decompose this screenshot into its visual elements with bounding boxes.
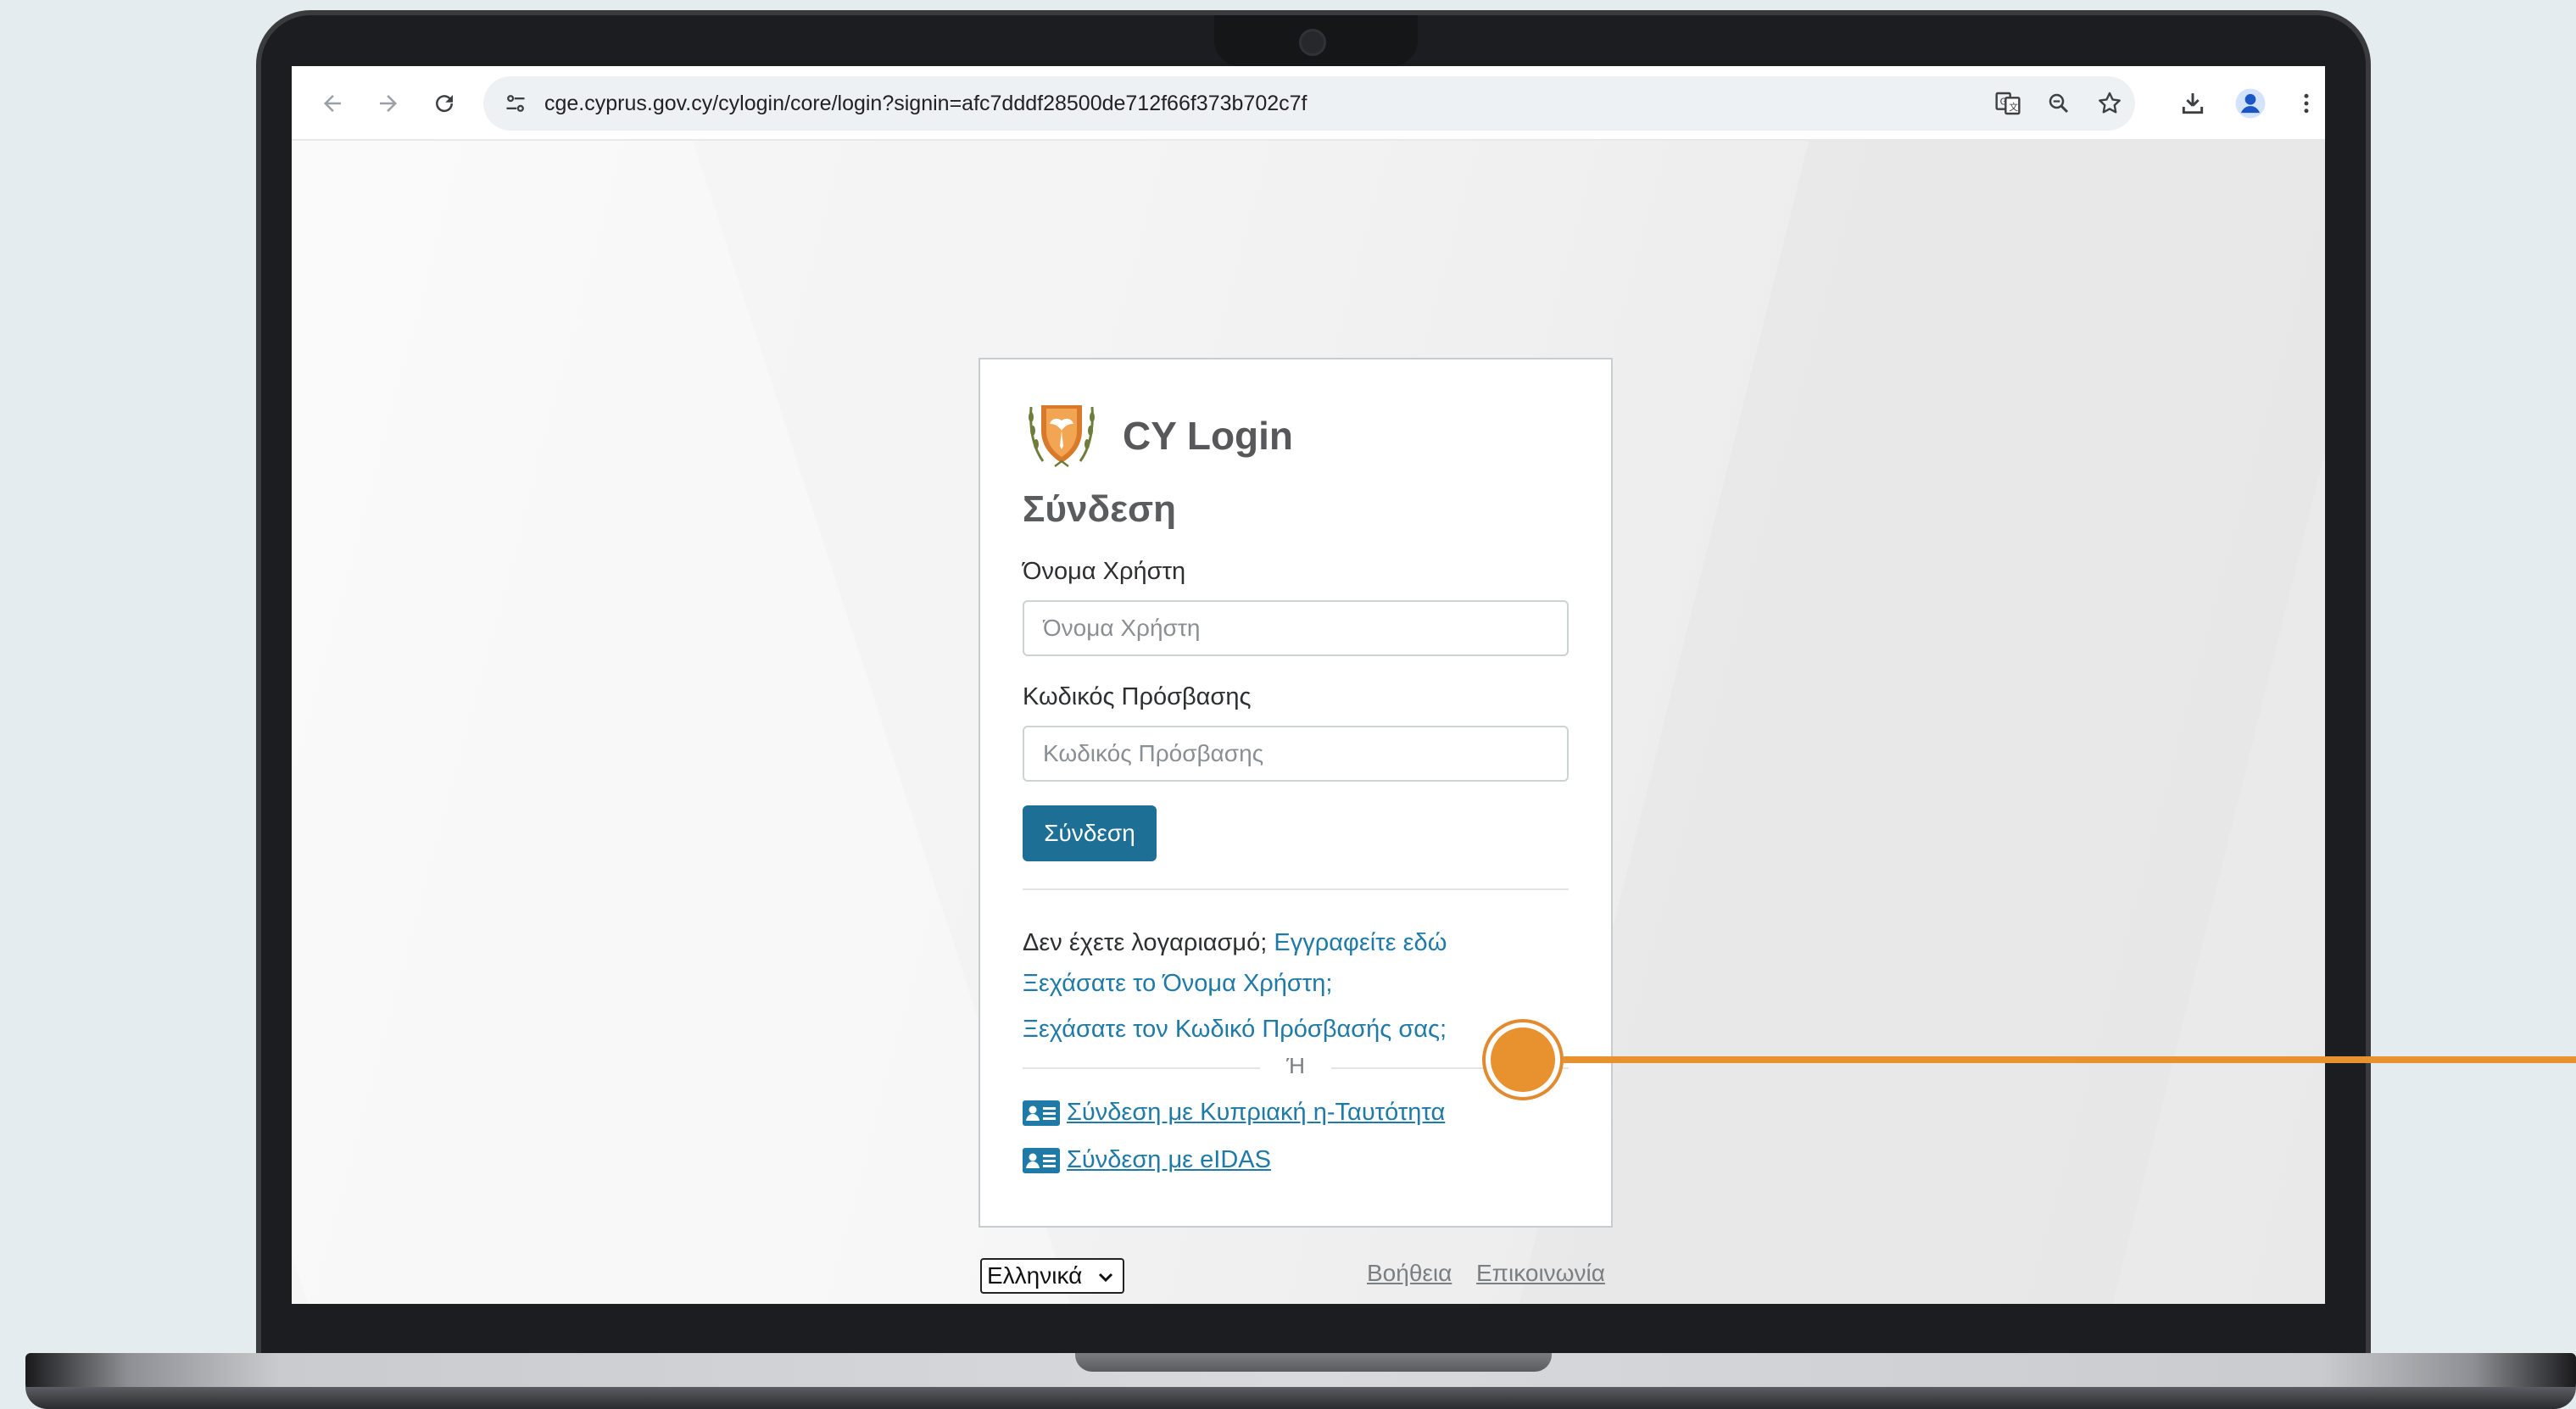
brand-name: CY Login [1123,414,1294,458]
register-link[interactable]: Εγγραφείτε εδώ [1274,929,1447,956]
forward-icon[interactable] [366,81,410,125]
username-label: Όνομα Χρήστη [1023,558,1186,585]
help-link[interactable]: Βοήθεια [1367,1260,1452,1287]
svg-text:G: G [2000,96,2007,107]
translate-icon[interactable]: G 文 [1988,83,2028,124]
or-text: Ή [1286,1053,1305,1078]
language-select[interactable]: Ελληνικά [980,1258,1124,1294]
forgot-username-link[interactable]: Ξεχάσατε το Όνομα Χρήστη; [1023,970,1332,997]
download-icon[interactable] [2171,81,2215,125]
id-card-icon [1023,1147,1060,1173]
svg-text:文: 文 [2009,102,2018,113]
eidas-login-label: Σύνδεση με eIDAS [1067,1146,1271,1173]
camera-icon [1299,29,1326,56]
back-icon[interactable] [310,81,354,125]
login-button[interactable]: Σύνδεση [1023,805,1157,861]
page-title: Σύνδεση [1023,488,1177,530]
logo-row: CY Login [1023,398,1293,473]
callout-marker [1491,1028,1555,1092]
username-input[interactable] [1023,600,1569,656]
chevron-down-icon [1098,1273,1113,1283]
callout-line [1564,1056,2576,1063]
profile-icon[interactable] [2228,81,2272,125]
laptop-hinge [1075,1353,1552,1372]
zoom-icon[interactable] [2038,83,2079,124]
id-card-icon [1023,1100,1060,1126]
eid-login-label: Σύνδεση με Κυπριακή η-Ταυτότητα [1067,1099,1446,1126]
browser-toolbar: cge.cyprus.gov.cy/cylogin/core/login?sig… [292,66,2325,141]
address-bar[interactable]: cge.cyprus.gov.cy/cylogin/core/login?sig… [483,76,2135,131]
register-line: Δεν έχετε λογαριασμό; Εγγραφείτε εδώ [1023,929,1447,957]
password-label: Κωδικός Πρόσβασης [1023,683,1252,710]
menu-icon[interactable] [2284,81,2325,125]
language-value: Ελληνικά [987,1262,1083,1289]
forgot-password-link[interactable]: Ξεχάσατε τον Κωδικό Πρόσβασής σας; [1023,1016,1447,1043]
url-text[interactable]: cge.cyprus.gov.cy/cylogin/core/login?sig… [544,76,1308,131]
site-info-icon[interactable] [495,83,536,124]
password-input[interactable] [1023,726,1569,782]
reload-icon[interactable] [422,81,466,125]
eid-login-link[interactable]: Σύνδεση με Κυπριακή η-Ταυτότητα [1023,1099,1445,1127]
divider [1023,888,1569,890]
star-icon[interactable] [2089,83,2130,124]
contact-link[interactable]: Επικοινωνία [1476,1260,1605,1287]
eidas-login-link[interactable]: Σύνδεση με eIDAS [1023,1146,1271,1174]
coat-of-arms-icon [1029,405,1095,467]
screen: cge.cyprus.gov.cy/cylogin/core/login?sig… [292,66,2325,1304]
no-account-text: Δεν έχετε λογαριασμό; [1023,929,1268,956]
page-background: CY Login Σύνδεση Όνομα Χρήστη Κωδικός Πρ… [292,141,2325,1304]
